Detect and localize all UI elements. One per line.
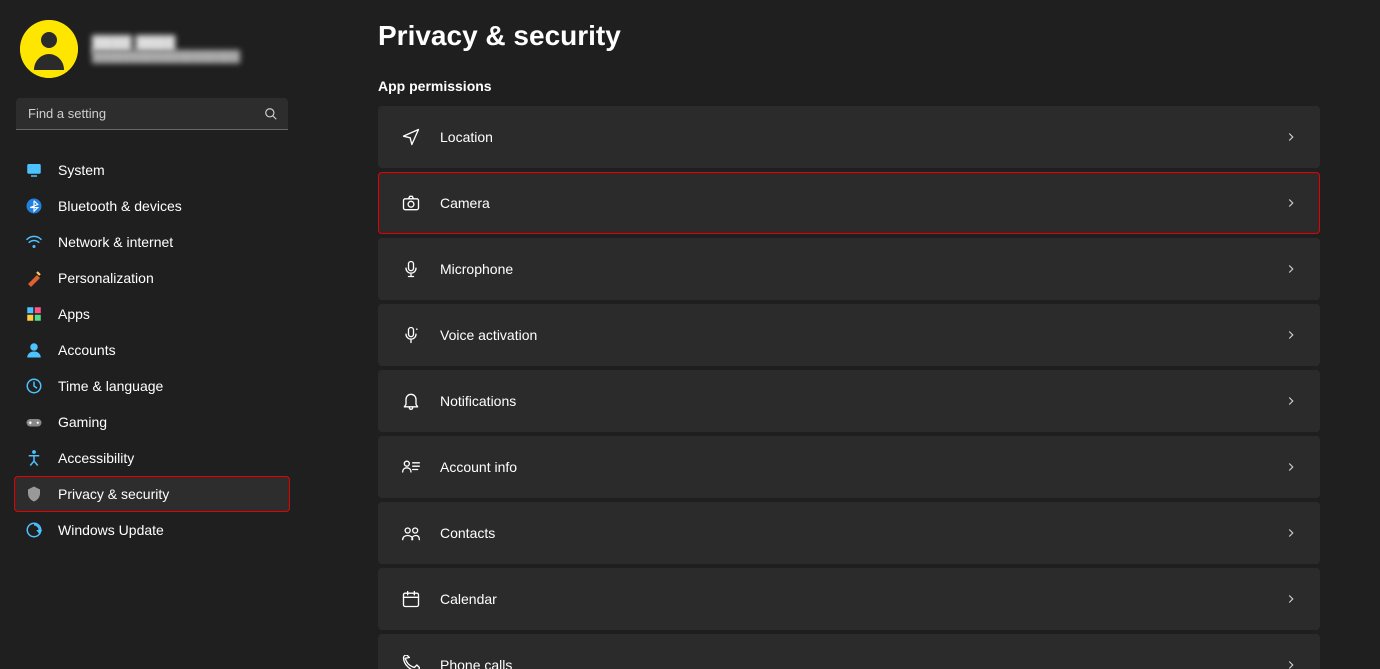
- accessibility-icon: [24, 448, 44, 468]
- chevron-right-icon: [1284, 592, 1298, 606]
- notifications-icon: [400, 390, 422, 412]
- sidebar-item-label: Network & internet: [58, 234, 173, 250]
- user-email: ███████████████████: [92, 51, 240, 63]
- sidebar-item-label: System: [58, 162, 105, 178]
- page-title: Privacy & security: [378, 20, 1320, 52]
- chevron-right-icon: [1284, 262, 1298, 276]
- voice-activation-icon: [400, 324, 422, 346]
- permission-item-calendar[interactable]: Calendar: [378, 568, 1320, 630]
- sidebar-item-bluetooth-devices[interactable]: Bluetooth & devices: [14, 188, 290, 224]
- permission-label: Camera: [440, 195, 490, 211]
- avatar: [20, 20, 78, 78]
- user-name: ████ ████: [92, 35, 240, 51]
- sidebar: ████ ████ ███████████████████ System Blue…: [0, 0, 300, 669]
- sidebar-item-label: Bluetooth & devices: [58, 198, 182, 214]
- calendar-icon: [400, 588, 422, 610]
- sidebar-item-windows-update[interactable]: Windows Update: [14, 512, 290, 548]
- sidebar-item-label: Windows Update: [58, 522, 164, 538]
- sidebar-item-time-language[interactable]: Time & language: [14, 368, 290, 404]
- permission-item-account-info[interactable]: Account info: [378, 436, 1320, 498]
- sidebar-item-network-internet[interactable]: Network & internet: [14, 224, 290, 260]
- sidebar-item-label: Personalization: [58, 270, 154, 286]
- sidebar-item-label: Gaming: [58, 414, 107, 430]
- location-icon: [400, 126, 422, 148]
- account-info-icon: [400, 456, 422, 478]
- personalization-icon: [24, 268, 44, 288]
- sidebar-item-label: Accounts: [58, 342, 116, 358]
- sidebar-item-label: Privacy & security: [58, 486, 169, 502]
- search-input[interactable]: [16, 98, 288, 130]
- search-box[interactable]: [16, 98, 288, 130]
- time-language-icon: [24, 376, 44, 396]
- microphone-icon: [400, 258, 422, 280]
- camera-icon: [400, 192, 422, 214]
- section-title: App permissions: [378, 78, 1320, 94]
- permission-item-microphone[interactable]: Microphone: [378, 238, 1320, 300]
- user-info: ████ ████ ███████████████████: [92, 35, 240, 63]
- chevron-right-icon: [1284, 328, 1298, 342]
- permission-label: Contacts: [440, 525, 495, 541]
- permission-label: Notifications: [440, 393, 516, 409]
- permission-label: Microphone: [440, 261, 513, 277]
- permissions-list: Location Camera Microphone Voice activation…: [378, 106, 1320, 669]
- sidebar-item-system[interactable]: System: [14, 152, 290, 188]
- gaming-icon: [24, 412, 44, 432]
- chevron-right-icon: [1284, 196, 1298, 210]
- permission-label: Account info: [440, 459, 517, 475]
- chevron-right-icon: [1284, 460, 1298, 474]
- contacts-icon: [400, 522, 422, 544]
- search-icon: [264, 107, 278, 121]
- sidebar-item-label: Time & language: [58, 378, 163, 394]
- user-account-block[interactable]: ████ ████ ███████████████████: [14, 16, 290, 94]
- permission-item-notifications[interactable]: Notifications: [378, 370, 1320, 432]
- chevron-right-icon: [1284, 394, 1298, 408]
- permission-item-location[interactable]: Location: [378, 106, 1320, 168]
- sidebar-item-accounts[interactable]: Accounts: [14, 332, 290, 368]
- bluetooth-icon: [24, 196, 44, 216]
- sidebar-nav: System Bluetooth & devices Network & inter…: [14, 152, 290, 548]
- chevron-right-icon: [1284, 130, 1298, 144]
- sidebar-item-label: Apps: [58, 306, 90, 322]
- accounts-icon: [24, 340, 44, 360]
- wifi-icon: [24, 232, 44, 252]
- permission-label: Voice activation: [440, 327, 537, 343]
- phone-calls-icon: [400, 654, 422, 669]
- permission-item-voice-activation[interactable]: Voice activation: [378, 304, 1320, 366]
- privacy-icon: [24, 484, 44, 504]
- permission-item-phone-calls[interactable]: Phone calls: [378, 634, 1320, 669]
- sidebar-item-apps[interactable]: Apps: [14, 296, 290, 332]
- permission-item-contacts[interactable]: Contacts: [378, 502, 1320, 564]
- sidebar-item-privacy-security[interactable]: Privacy & security: [14, 476, 290, 512]
- sidebar-item-personalization[interactable]: Personalization: [14, 260, 290, 296]
- permission-label: Location: [440, 129, 493, 145]
- permission-item-camera[interactable]: Camera: [378, 172, 1320, 234]
- system-icon: [24, 160, 44, 180]
- permission-label: Phone calls: [440, 657, 512, 669]
- windows-update-icon: [24, 520, 44, 540]
- permission-label: Calendar: [440, 591, 497, 607]
- sidebar-item-gaming[interactable]: Gaming: [14, 404, 290, 440]
- sidebar-item-label: Accessibility: [58, 450, 134, 466]
- chevron-right-icon: [1284, 658, 1298, 669]
- sidebar-item-accessibility[interactable]: Accessibility: [14, 440, 290, 476]
- main-content: Privacy & security App permissions Locat…: [300, 0, 1380, 669]
- chevron-right-icon: [1284, 526, 1298, 540]
- apps-icon: [24, 304, 44, 324]
